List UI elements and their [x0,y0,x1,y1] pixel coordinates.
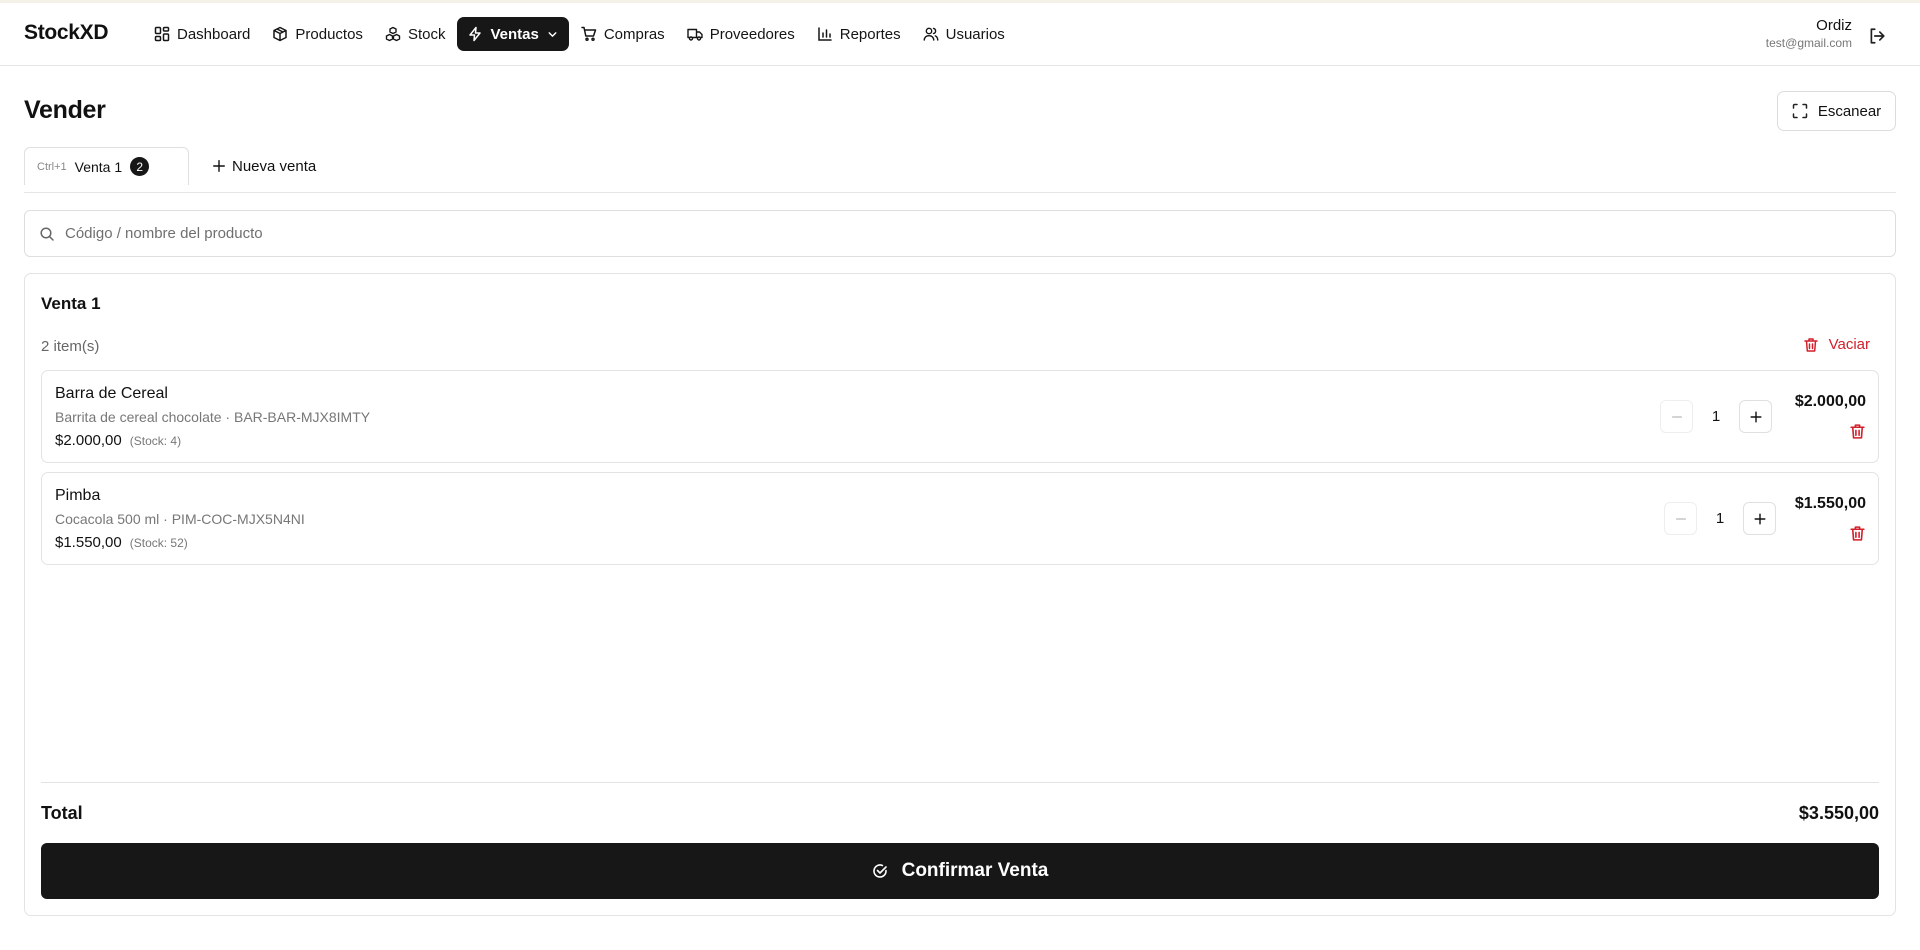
cart-item: Pimba Cocacola 500 ml · PIM-COC-MJX5N4NI… [41,472,1879,565]
item-unit-price: $2.000,00 [55,432,122,449]
main-nav: Dashboard Productos Stock Ventas Compras… [144,17,1015,51]
check-circle-icon [872,864,887,878]
nav-label: Stock [407,25,446,43]
sale-tabs: Ctrl+1 Venta 1 2 Nueva venta [24,147,1896,193]
plus-icon [213,160,225,172]
clear-sale-button[interactable]: Vaciar [1803,336,1870,353]
truck-icon [686,28,703,41]
nav-item-reportes[interactable]: Reportes [807,17,911,51]
sale-title: Venta 1 [41,294,101,313]
item-name: Barra de Cereal [55,385,168,402]
scan-icon [1792,103,1808,119]
confirm-sale-label: Confirmar Venta [901,860,1049,881]
total-label: Total [41,803,83,823]
cart-icon [581,26,597,42]
sale-panel: Venta 1 2 item(s) Vaciar Barra de Cereal… [24,273,1896,916]
quantity-stepper: 1 [1660,400,1772,433]
item-price-row: $1.550,00 (Stock: 52) [55,534,188,551]
confirm-sale-button[interactable]: Confirmar Venta [41,843,1879,899]
dashboard-icon [154,26,170,42]
user-email: test@gmail.com [1765,36,1852,50]
nav-label: Ventas [490,25,539,43]
item-unit-price: $1.550,00 [55,534,122,551]
search-icon [40,226,54,241]
nav-item-proveedores[interactable]: Proveedores [677,17,805,51]
nav-label: Dashboard [177,25,251,43]
search-input[interactable] [65,225,1845,242]
nav-label: Productos [295,25,363,43]
nav-label: Reportes [839,25,901,43]
nav-label: Compras [603,25,665,43]
item-total: $1.550,00 [1794,495,1866,512]
tab-item-count-badge: 2 [130,157,150,176]
page-title: Vender [24,96,106,124]
decrease-qty-button[interactable] [1660,400,1693,433]
new-sale-button[interactable]: Nueva venta [212,147,316,185]
minus-icon [1671,415,1682,418]
trash-icon [1803,337,1818,352]
quantity-value: 1 [1711,408,1721,425]
box-icon [273,26,288,42]
user-name: Ordiz [1816,17,1852,34]
nav-item-stock[interactable]: Stock [375,17,456,51]
plus-icon [1753,512,1766,525]
item-name: Pimba [55,487,101,504]
scan-button-label: Escanear [1817,102,1882,120]
increase-qty-button[interactable] [1739,400,1772,433]
item-count: 2 item(s) [41,338,100,355]
total-divider [41,782,1879,783]
product-search [24,210,1896,257]
chevron-down-icon [548,31,557,37]
nav-label: Usuarios [945,25,1005,43]
clear-sale-label: Vaciar [1828,336,1870,353]
quantity-stepper: 1 [1664,502,1776,535]
item-stock: (Stock: 4) [129,434,182,448]
tab-shortcut: Ctrl+1 [37,160,67,173]
quantity-value: 1 [1715,510,1725,527]
item-stock: (Stock: 52) [129,536,188,550]
total-value: $3.550,00 [1798,803,1879,823]
nav-item-compras[interactable]: Compras [571,17,675,51]
users-icon [923,27,939,41]
brand-logo[interactable]: StockXD [24,21,109,45]
tab-label: Venta 1 [74,158,123,175]
nav-item-ventas[interactable]: Ventas [457,17,569,51]
trash-icon[interactable] [1849,525,1866,542]
plus-icon [1749,410,1762,423]
decrease-qty-button[interactable] [1664,502,1697,535]
trash-icon[interactable] [1849,423,1866,440]
tab-venta-1[interactable]: Ctrl+1 Venta 1 2 [24,147,189,185]
increase-qty-button[interactable] [1743,502,1776,535]
nav-label: Proveedores [709,25,795,43]
item-total: $2.000,00 [1794,393,1866,410]
item-description: Cocacola 500 ml · PIM-COC-MJX5N4NI [55,511,305,527]
cart-item: Barra de Cereal Barrita de cereal chocol… [41,370,1879,463]
minus-icon [1675,517,1686,520]
item-description: Barrita de cereal chocolate · BAR-BAR-MJ… [55,409,371,425]
bar-chart-icon [818,27,832,41]
nav-item-productos[interactable]: Productos [262,17,373,51]
new-sale-label: Nueva venta [232,157,317,175]
zap-icon [469,26,482,42]
scan-button[interactable]: Escanear [1777,91,1896,131]
top-navbar: StockXD Dashboard Productos Stock Ventas… [0,3,1920,66]
nav-item-dashboard[interactable]: Dashboard [144,17,260,51]
user-info: Ordiz test@gmail.com [1766,17,1852,50]
item-price-row: $2.000,00 (Stock: 4) [55,432,181,449]
nav-item-usuarios[interactable]: Usuarios [913,17,1015,51]
boxes-icon [385,26,401,42]
logout-icon[interactable] [1868,27,1886,45]
